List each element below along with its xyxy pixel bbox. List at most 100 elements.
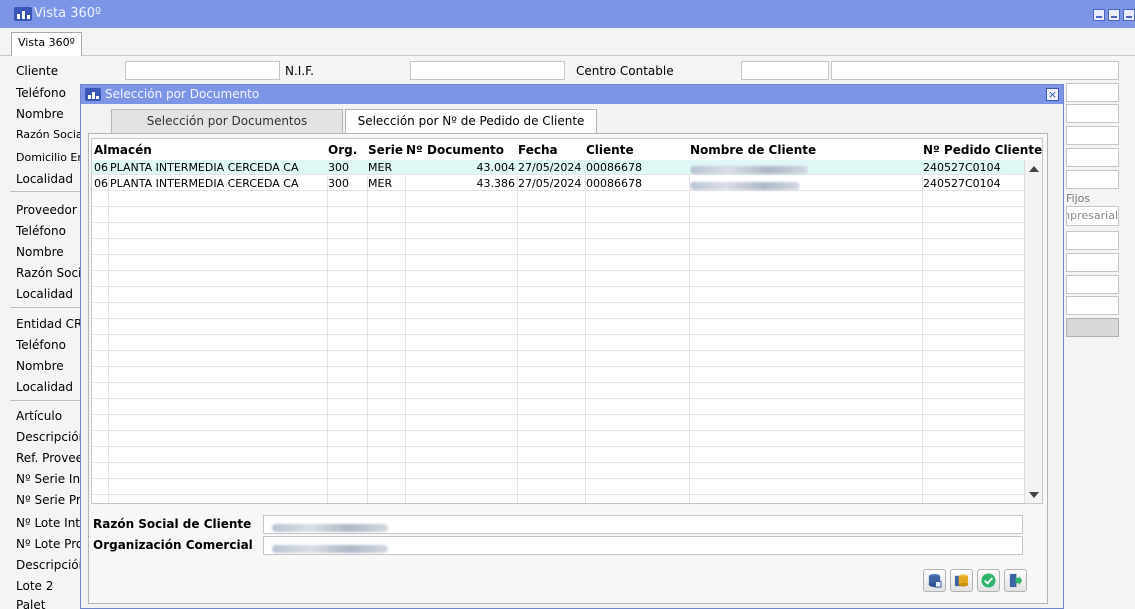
form-label: Nombre — [16, 245, 64, 259]
empty-table-row — [92, 304, 1026, 319]
form-label: Proveedor — [16, 203, 77, 217]
form-label: Lote 2 — [16, 579, 54, 593]
form-label: Razón Social — [16, 128, 86, 141]
empty-table-row — [92, 288, 1026, 303]
empty-table-row — [92, 464, 1026, 479]
form-label: Artículo — [16, 409, 63, 423]
column-serie[interactable]: Serie — [368, 143, 403, 157]
centro-contable-code-input[interactable] — [741, 61, 829, 80]
empty-table-row — [92, 416, 1026, 431]
divider — [10, 307, 90, 308]
database-button[interactable] — [923, 569, 946, 592]
fijos-label: Fijos — [1066, 192, 1091, 205]
tab-panel: Almacén Org. Serie Nº Documento Fecha Cl… — [88, 133, 1048, 604]
form-label: Teléfono — [16, 338, 66, 352]
form-label: Ref. Proveedor — [16, 451, 86, 465]
close-icon[interactable]: × — [1046, 88, 1059, 101]
razon-social-label: Razón Social de Cliente — [93, 517, 252, 531]
redacted-value — [272, 544, 388, 553]
tab-vista-360[interactable]: Vista 360º — [11, 32, 82, 56]
form-label: Domicilio Envío — [16, 151, 86, 164]
redacted-nombre-cliente — [690, 163, 808, 176]
table-row[interactable]: 06 PLANTA INTERMEDIA CERCEDA CA 300 MER … — [92, 176, 1026, 191]
right-field[interactable] — [1066, 170, 1119, 189]
form-label: Nº Serie Interno — [16, 472, 86, 486]
tab-seleccion-por-documentos[interactable]: Selección por Documentos — [111, 109, 343, 133]
centro-contable-name-input[interactable] — [831, 61, 1119, 80]
form-label: Nº Lote Interno — [16, 516, 86, 530]
empty-table-row — [92, 208, 1026, 223]
empty-table-row — [92, 192, 1026, 207]
form-label: Localidad — [16, 287, 74, 301]
nif-input[interactable] — [410, 61, 565, 80]
razon-social-field — [263, 515, 1023, 534]
form-label: Descripción — [16, 558, 86, 572]
form-label: Razón Social — [16, 266, 86, 280]
scroll-up-arrow-icon[interactable] — [1029, 166, 1039, 172]
divider — [10, 400, 90, 401]
form-label: Teléfono — [16, 224, 66, 238]
exit-button[interactable] — [1004, 569, 1027, 592]
database-gold-icon — [954, 574, 969, 587]
cliente-label: Cliente — [16, 64, 59, 78]
accept-button[interactable] — [977, 569, 1000, 592]
scroll-down-arrow-icon[interactable] — [1029, 492, 1039, 498]
tab-seleccion-por-pedido-cliente[interactable]: Selección por Nº de Pedido de Cliente — [345, 109, 597, 133]
minimize-icon[interactable] — [1093, 9, 1105, 21]
grid-header: Almacén Org. Serie Nº Documento Fecha Cl… — [92, 139, 1042, 160]
grid-scrollbar[interactable] — [1024, 160, 1042, 503]
form-label: Entidad CRM — [16, 317, 86, 331]
cliente-input[interactable] — [125, 61, 280, 80]
column-n-documento[interactable]: Nº Documento — [406, 143, 504, 157]
column-almacen[interactable]: Almacén — [94, 143, 152, 157]
empresarial-select[interactable]: Empresarial — [1066, 206, 1119, 226]
right-grey-field — [1066, 318, 1119, 337]
right-field[interactable] — [1066, 126, 1119, 145]
form-label: Nº Serie Proveedor — [16, 493, 86, 507]
database-gold-button[interactable] — [950, 569, 973, 592]
close-icon[interactable] — [1123, 9, 1135, 21]
form-label: Nombre — [16, 359, 64, 373]
right-field[interactable] — [1066, 83, 1119, 102]
column-n-pedido-cliente[interactable]: Nº Pedido Cliente — [923, 143, 1042, 157]
form-label: Palet — [16, 598, 46, 609]
empty-table-row — [92, 320, 1026, 335]
empty-table-row — [92, 256, 1026, 271]
dialog-title: Selección por Documento — [105, 87, 260, 101]
column-cliente[interactable]: Cliente — [586, 143, 634, 157]
table-row[interactable]: 06 PLANTA INTERMEDIA CERCEDA CA 300 MER … — [92, 160, 1026, 175]
divider — [10, 191, 90, 192]
app-logo-icon — [85, 88, 101, 101]
column-nombre-cliente[interactable]: Nombre de Cliente — [690, 143, 816, 157]
empty-table-row — [92, 496, 1026, 503]
right-field[interactable] — [1066, 104, 1119, 123]
form-label: Nº Lote Proveedor — [16, 537, 86, 551]
column-org[interactable]: Org. — [328, 143, 357, 157]
right-field[interactable] — [1066, 275, 1119, 294]
right-field[interactable] — [1066, 148, 1119, 167]
empty-table-row — [92, 368, 1026, 383]
form-label: Localidad — [16, 172, 74, 186]
window-title: Vista 360º — [34, 6, 102, 21]
database-icon — [928, 573, 942, 588]
redacted-value — [272, 523, 388, 532]
empty-table-row — [92, 400, 1026, 415]
form-label: Localidad — [16, 380, 74, 394]
seleccion-por-documento-dialog: Selección por Documento × Selección por … — [80, 84, 1064, 609]
right-field[interactable] — [1066, 296, 1119, 315]
empty-table-row — [92, 224, 1026, 239]
centro-contable-label: Centro Contable — [576, 64, 674, 78]
accept-check-icon — [981, 573, 996, 588]
window-titlebar: Vista 360º — [0, 0, 1135, 28]
column-fecha[interactable]: Fecha — [518, 143, 558, 157]
restore-icon[interactable] — [1108, 9, 1120, 21]
form-label: Descripción — [16, 430, 86, 444]
empty-table-row — [92, 480, 1026, 495]
main-tabstrip: Vista 360º — [0, 28, 1135, 56]
right-field[interactable] — [1066, 231, 1119, 250]
empty-table-row — [92, 432, 1026, 447]
empty-table-row — [92, 240, 1026, 255]
right-field[interactable] — [1066, 253, 1119, 272]
empty-table-row — [92, 448, 1026, 463]
organizacion-comercial-field — [263, 536, 1023, 555]
